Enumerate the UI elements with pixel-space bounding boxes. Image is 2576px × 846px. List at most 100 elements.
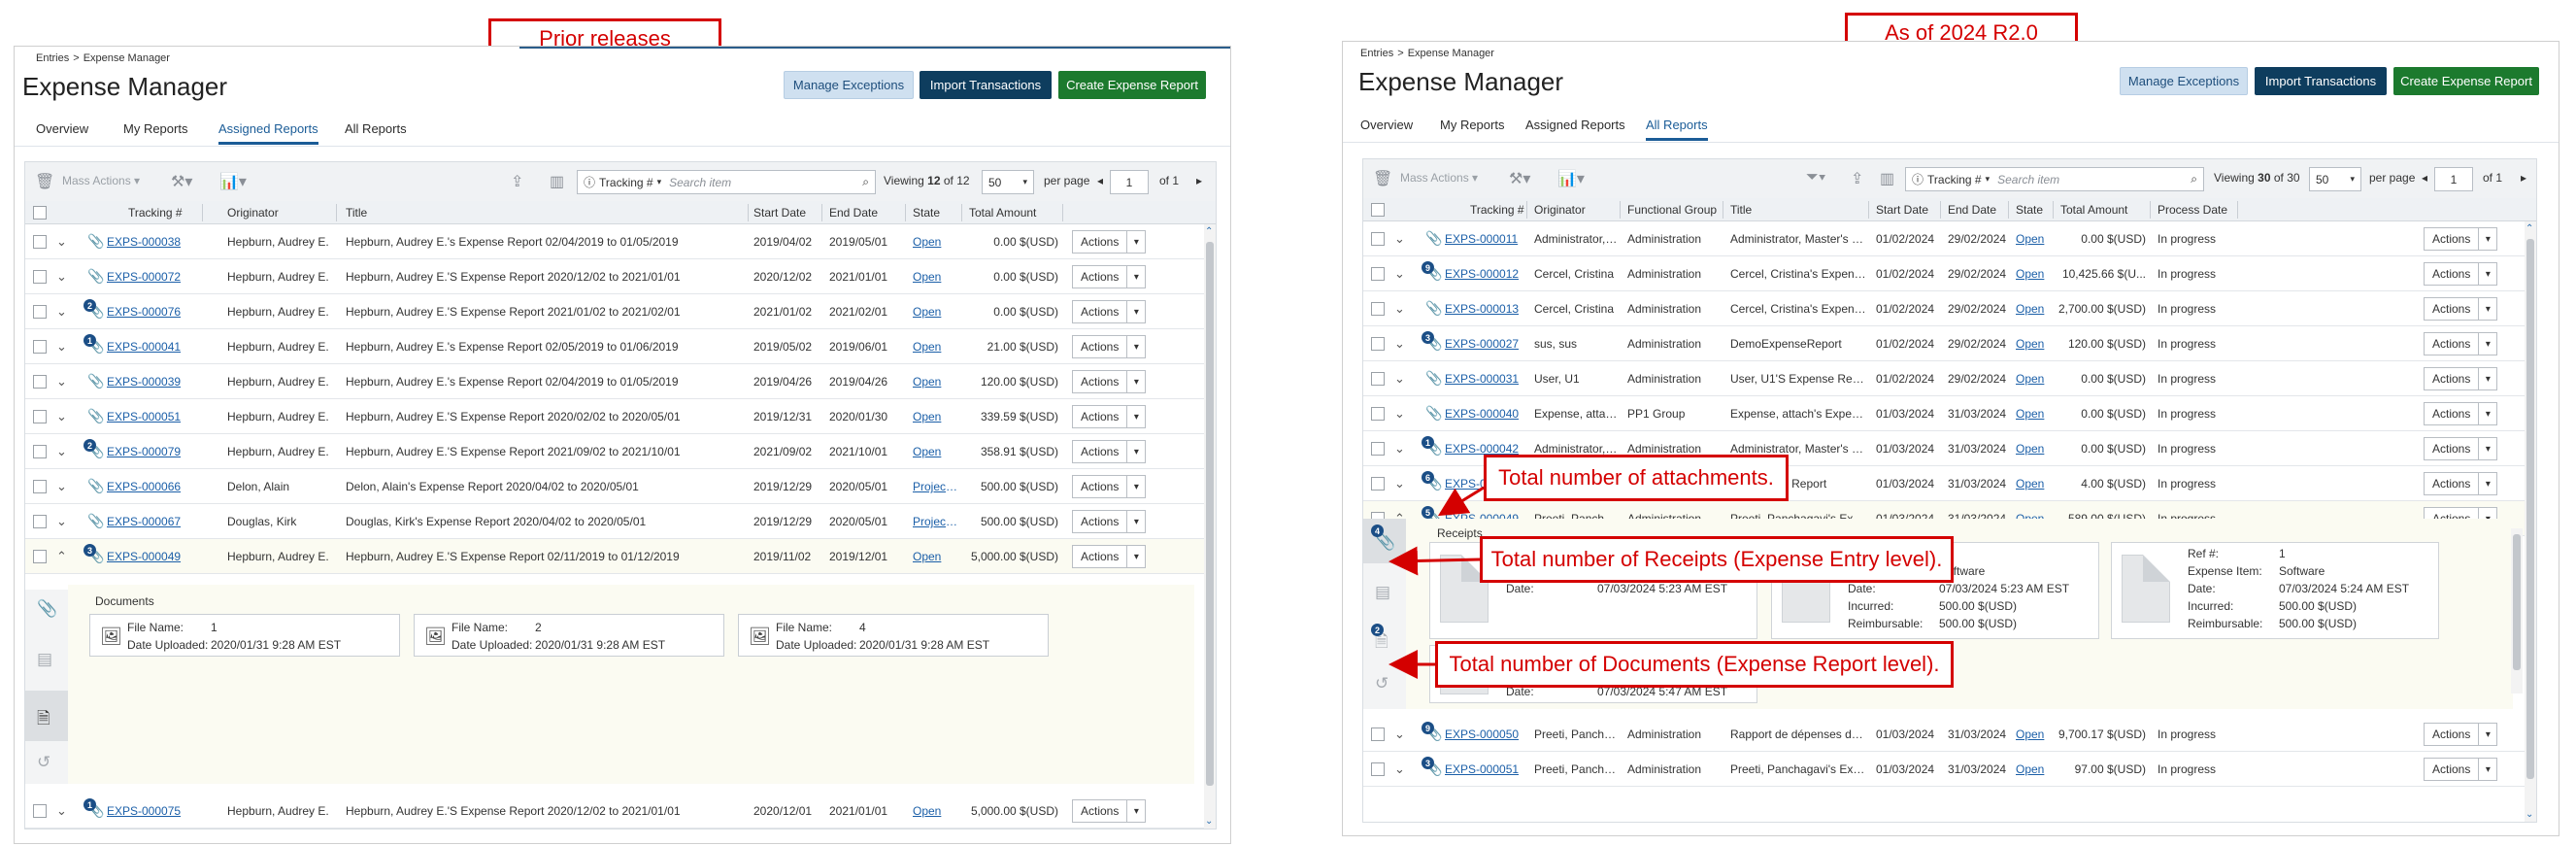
scroll-up-icon[interactable]: ⌃: [1205, 226, 1213, 237]
search-box[interactable]: ⓘ Tracking # ▾ Search item ⌕: [577, 170, 876, 194]
tracking-link[interactable]: EXPS-000038: [107, 235, 200, 249]
actions-dropdown[interactable]: Actions▾: [1072, 405, 1147, 428]
actions-chevron-icon[interactable]: ▾: [1127, 517, 1145, 527]
chevron-down-icon[interactable]: ⌄: [56, 269, 67, 285]
tab-assigned-reports[interactable]: Assigned Reports: [218, 121, 318, 145]
tracking-link[interactable]: EXPS-000012: [1445, 267, 1524, 281]
table-row[interactable]: ⌄ 📎 2 EXPS-000079 Hepburn, Audrey E. Hepburn,…: [25, 434, 1216, 469]
row-checkbox[interactable]: [33, 235, 47, 249]
export-icon[interactable]: ⇪: [1851, 169, 1863, 188]
import-transactions-button[interactable]: Import Transactions: [920, 71, 1052, 99]
paperclip-icon[interactable]: 📎: [87, 268, 104, 285]
trash-icon[interactable]: 🗑: [35, 172, 54, 191]
state-link[interactable]: Open: [913, 305, 959, 319]
actions-chevron-icon[interactable]: ▾: [1127, 552, 1145, 562]
chevron-down-icon[interactable]: ⌄: [56, 444, 67, 459]
tab-overview[interactable]: Overview: [36, 121, 88, 142]
state-link[interactable]: Open: [2016, 407, 2051, 421]
actions-chevron-icon[interactable]: ▾: [2479, 304, 2496, 315]
actions-dropdown[interactable]: Actions▾: [1072, 370, 1147, 393]
table-row[interactable]: ⌄ 📎 2 EXPS-000076 Hepburn, Audrey E. Hepburn,…: [25, 294, 1216, 329]
receipt-icon[interactable]: ▤: [37, 650, 52, 669]
actions-chevron-icon[interactable]: ▾: [1127, 307, 1145, 318]
actions-dropdown[interactable]: Actions▾: [1072, 475, 1147, 498]
actions-dropdown[interactable]: Actions▾: [2424, 262, 2498, 286]
page-input[interactable]: 1: [1110, 170, 1149, 194]
state-link[interactable]: Open: [913, 445, 959, 458]
row-checkbox[interactable]: [1371, 728, 1385, 741]
document-icon[interactable]: 🗎: [37, 706, 50, 734]
scroll-thumb[interactable]: [1206, 242, 1214, 786]
actions-button[interactable]: Actions: [2425, 438, 2480, 459]
create-expense-report-button[interactable]: Create Expense Report: [2393, 67, 2539, 95]
actions-dropdown[interactable]: Actions▾: [2424, 437, 2498, 460]
actions-button[interactable]: Actions: [1073, 546, 1128, 567]
columns-icon[interactable]: ▥: [550, 172, 564, 191]
export-icon[interactable]: ⇪: [511, 172, 523, 191]
scroll-down-icon[interactable]: ⌄: [1205, 816, 1213, 827]
table-row[interactable]: ⌃ 📎 3 EXPS-000049 Hepburn, Audrey E. Hepburn,…: [25, 539, 1216, 574]
actions-button[interactable]: Actions: [1073, 301, 1128, 322]
row-checkbox[interactable]: [1371, 477, 1385, 491]
col-end-date[interactable]: End Date: [829, 206, 878, 220]
state-link[interactable]: Open: [913, 410, 959, 423]
history-icon[interactable]: ↺: [37, 753, 50, 772]
actions-dropdown[interactable]: Actions▾: [1072, 230, 1147, 254]
actions-button[interactable]: Actions: [1073, 336, 1128, 357]
tracking-field-chevron-icon[interactable]: ▾: [657, 177, 662, 187]
actions-chevron-icon[interactable]: ▾: [1127, 447, 1145, 457]
actions-chevron-icon[interactable]: ▾: [2479, 444, 2496, 455]
actions-button[interactable]: Actions: [2425, 403, 2480, 424]
chevron-down-icon[interactable]: ⌄: [56, 514, 67, 529]
tracking-link[interactable]: EXPS-000041: [107, 340, 200, 354]
document-card[interactable]: 🖼 File Name: 2 Date Uploaded: 2020/01/31 9:2…: [414, 614, 724, 657]
chevron-down-icon[interactable]: ⌄: [1394, 301, 1405, 317]
row-checkbox[interactable]: [33, 375, 47, 389]
table-row[interactable]: ⌄ 📎 EXPS-000039 Hepburn, Audrey E. Hepburn, …: [25, 364, 1216, 399]
tracking-link[interactable]: EXPS-000051: [1445, 762, 1524, 776]
search-icon[interactable]: ⌕: [862, 175, 869, 189]
actions-dropdown[interactable]: Actions▾: [1072, 510, 1147, 533]
history-icon[interactable]: ↺: [1375, 674, 1388, 694]
actions-button[interactable]: Actions: [2425, 333, 2480, 355]
row-checkbox[interactable]: [33, 480, 47, 493]
col-process-date[interactable]: Process Date: [2158, 203, 2227, 217]
state-link[interactable]: Open: [913, 270, 959, 284]
chevron-down-icon[interactable]: ⌄: [56, 803, 67, 819]
state-link[interactable]: Open: [2016, 762, 2051, 776]
col-tracking[interactable]: Tracking #: [1470, 203, 1524, 217]
state-link[interactable]: Project E...: [913, 515, 959, 528]
breadcrumb-entries[interactable]: Entries: [1360, 48, 1393, 59]
breadcrumb-entries[interactable]: Entries: [36, 52, 69, 64]
table-row[interactable]: ⌄ 📎 9 EXPS-000012 Cercel, Cristina Administra…: [1363, 256, 2536, 291]
chevron-down-icon[interactable]: ⌄: [1394, 761, 1405, 777]
next-page-icon[interactable]: ▸: [1196, 174, 1202, 187]
actions-chevron-icon[interactable]: ▾: [1127, 377, 1145, 388]
actions-chevron-icon[interactable]: ▾: [1127, 806, 1145, 817]
actions-dropdown[interactable]: Actions▾: [1072, 440, 1147, 463]
paperclip-icon[interactable]: 📎: [87, 478, 104, 494]
search-input[interactable]: Search item: [669, 176, 862, 189]
per-page-select[interactable]: 50 ▾: [2309, 167, 2361, 191]
prev-page-icon[interactable]: ◂: [1097, 174, 1103, 187]
actions-dropdown[interactable]: Actions▾: [1072, 265, 1147, 288]
actions-button[interactable]: Actions: [2425, 298, 2480, 320]
select-all-checkbox[interactable]: [1371, 203, 1385, 217]
tracking-link[interactable]: EXPS-000013: [1445, 302, 1524, 316]
table-row[interactable]: ⌄ 📎 1 EXPS-000075 Hepburn, Audrey E. Hepburn,…: [25, 794, 1216, 829]
chevron-down-icon[interactable]: ⌄: [1394, 406, 1405, 422]
tab-all-reports[interactable]: All Reports: [345, 121, 407, 142]
chevron-down-icon[interactable]: ⌄: [1394, 441, 1405, 457]
actions-button[interactable]: Actions: [2425, 724, 2480, 745]
select-all-checkbox[interactable]: [33, 206, 47, 220]
actions-button[interactable]: Actions: [2425, 228, 2480, 250]
actions-dropdown[interactable]: Actions▾: [2424, 332, 2498, 355]
tab-my-reports[interactable]: My Reports: [123, 121, 187, 142]
tracking-link[interactable]: EXPS-000076: [107, 305, 200, 319]
actions-chevron-icon[interactable]: ▾: [2479, 374, 2496, 385]
columns-icon[interactable]: ▥: [1880, 169, 1894, 188]
create-expense-report-button[interactable]: Create Expense Report: [1058, 71, 1206, 99]
col-end-date[interactable]: End Date: [1948, 203, 1996, 217]
receipt-card[interactable]: Ref #: 1 Expense Item: Software Date: 07/03/2…: [2111, 542, 2439, 639]
actions-button[interactable]: Actions: [1073, 231, 1128, 253]
